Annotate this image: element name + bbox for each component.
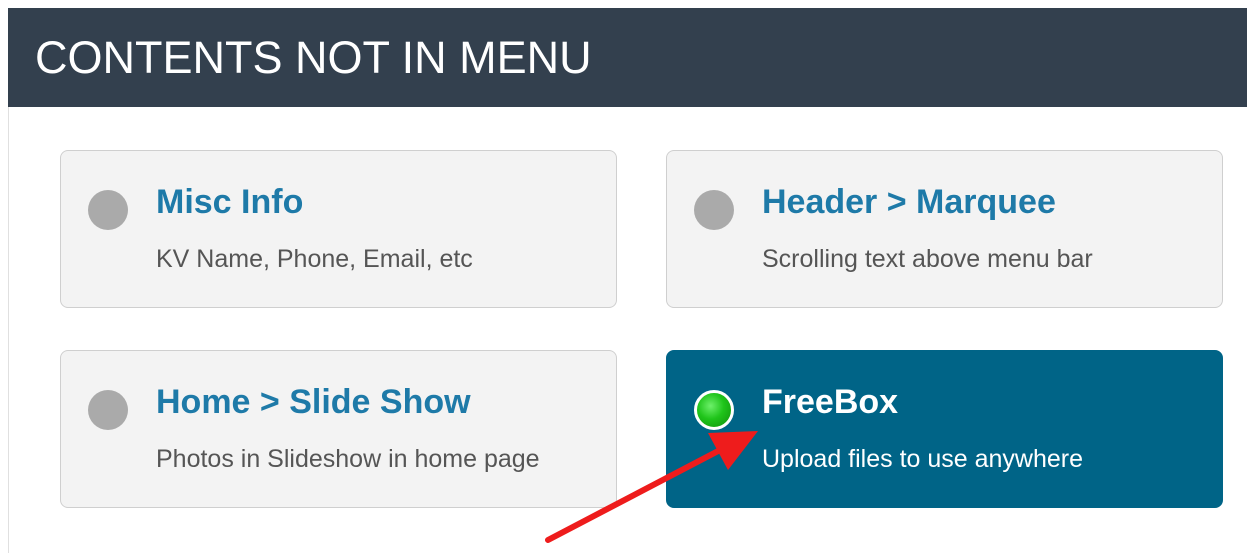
status-dot-icon xyxy=(88,190,128,230)
panel-title: CONTENTS NOT IN MENU xyxy=(35,32,592,83)
panel-header: CONTENTS NOT IN MENU xyxy=(8,8,1247,107)
card-description: KV Name, Phone, Email, etc xyxy=(156,245,473,273)
card-freebox[interactable]: FreeBox Upload files to use anywhere xyxy=(666,350,1223,508)
card-misc-info[interactable]: Misc Info KV Name, Phone, Email, etc xyxy=(60,150,617,308)
status-dot-icon xyxy=(88,390,128,430)
active-status-dot-icon xyxy=(694,390,734,430)
panel-body: Misc Info KV Name, Phone, Email, etc Hea… xyxy=(8,107,1247,553)
card-title[interactable]: Misc Info xyxy=(156,183,303,222)
card-home-slide-show[interactable]: Home > Slide Show Photos in Slideshow in… xyxy=(60,350,617,508)
card-description: Upload files to use anywhere xyxy=(762,445,1084,473)
card-header-marquee[interactable]: Header > Marquee Scrolling text above me… xyxy=(666,150,1223,308)
card-title[interactable]: Header > Marquee xyxy=(762,183,1056,222)
status-dot-icon xyxy=(694,190,734,230)
page: CONTENTS NOT IN MENU Misc Info KV Name, … xyxy=(0,0,1247,553)
card-description: Photos in Slideshow in home page xyxy=(156,445,540,473)
card-description: Scrolling text above menu bar xyxy=(762,245,1093,273)
card-title[interactable]: Home > Slide Show xyxy=(156,383,471,422)
card-title[interactable]: FreeBox xyxy=(762,383,898,422)
